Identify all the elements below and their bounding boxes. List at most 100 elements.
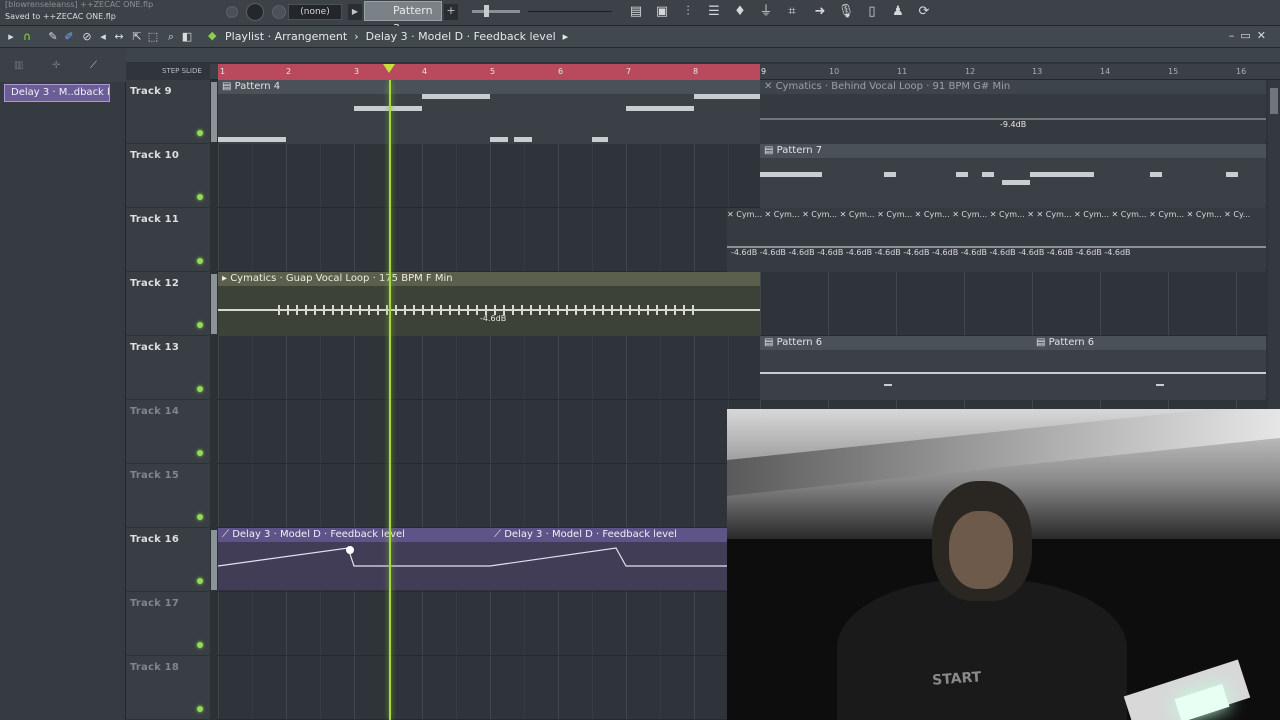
picker-pattern-icon[interactable]: ▥ [14,60,23,71]
track-mute-led[interactable] [197,642,203,648]
clip-label: Pattern 4 [234,81,281,92]
automation-clip[interactable]: ⟋ Delay 3 · Model D · Feedback level [218,528,490,590]
horizontal-scrollbar[interactable] [126,48,1280,106]
playlist-arrow-icon[interactable]: ◆ [208,29,216,42]
track-mute-led[interactable] [197,578,203,584]
power-icon[interactable]: ⟳ [914,2,934,22]
track-mute-led[interactable] [197,322,203,328]
ruler-number: 6 [558,67,564,76]
add-pattern-button[interactable]: + [444,4,458,20]
select-icon[interactable]: ⬚ [146,29,160,45]
ruler-number: 15 [1168,67,1179,76]
channel-rack-icon[interactable]: ▣ [652,2,672,22]
pattern-play-icon[interactable]: ▶ [348,4,362,20]
audio-clip-group[interactable]: ✕ Cym... ✕ Cym... ✕ Cym... ✕ Cym... ✕ Cy… [727,208,1266,272]
track-header[interactable]: Track 10 [126,144,210,208]
ruler-number: 9 [761,67,767,76]
track-header[interactable]: Track 15 [126,464,210,528]
playlist-title: Playlist · Arrangement › Delay 3 · Model… [225,30,569,43]
zoom-icon[interactable]: ⌕ [164,29,178,45]
touch-controller-icon[interactable]: ⏚ [756,2,776,22]
ruler-number: 10 [829,67,840,76]
track-header[interactable]: Track 11 [126,208,210,272]
ruler-number: 2 [286,67,292,76]
track-mute-led[interactable] [197,130,203,136]
ruler-number: 11 [897,67,908,76]
clip-label: Cymatics · Behind Vocal Loop · 91 BPM G#… [775,81,1011,92]
selected-automation-clip[interactable]: Delay 3 · M..dback leve [4,84,110,102]
browser-icon[interactable]: ☰ [704,2,724,22]
tempo-slider[interactable] [472,10,520,13]
pattern-clip[interactable]: ▤ Pattern 6 [760,336,1032,400]
track-group-handle[interactable] [211,82,217,142]
track-header[interactable]: Track 17 [126,592,210,656]
track-group-handle[interactable] [211,530,217,590]
metronome-icon[interactable] [272,5,286,19]
pattern-clip[interactable]: ▤ Pattern 6 [1032,336,1266,400]
track-group-handle[interactable] [211,274,217,334]
snap-selector[interactable]: (none) [288,4,342,20]
track-name: Track 12 [130,278,179,289]
webcam-overlay: START [727,409,1280,720]
track-header[interactable]: Track 9 [126,80,210,144]
track-mute-led[interactable] [197,514,203,520]
pattern-clip[interactable]: ▤ Pattern 7 [760,144,1266,208]
ruler-number: 16 [1236,67,1247,76]
ruler-number: 3 [354,67,360,76]
track-header[interactable]: Track 18 [126,656,210,720]
delete-icon[interactable]: ⊘ [80,29,94,45]
clip-volume-row: -4.6dB -4.6dB -4.6dB -4.6dB -4.6dB -4.6d… [731,248,1131,257]
playhead-line[interactable] [389,80,391,720]
picker-audio-icon[interactable]: ✛ [52,60,60,71]
slip-icon[interactable]: ↔ [112,29,126,45]
vertical-scrollbar[interactable] [1268,80,1280,410]
template-icon[interactable]: ▯ [862,2,882,22]
clip-header: ✕ Cymatics · Behind Vocal Loop · 91 BPM … [760,80,1266,94]
mute-icon[interactable]: ◂ [96,29,110,45]
pattern-selector[interactable]: Pattern 3 [364,1,442,35]
slice-icon[interactable]: ⇱ [130,29,144,45]
master-pitch-knob[interactable] [246,3,264,21]
track-header[interactable]: Track 16 [126,528,210,592]
play-pattern-icon[interactable]: ▸ [4,29,18,45]
track-mute-led[interactable] [197,194,203,200]
master-volume-icon[interactable] [226,6,238,18]
automation-clip[interactable]: ⟋ Delay 3 · Model D · Feedback level [490,528,728,590]
track-header[interactable]: Track 12 [126,272,210,336]
track-name: Track 18 [130,662,179,673]
picker-automation-icon[interactable]: ⟋ [90,60,97,71]
automation-curve[interactable] [490,528,728,590]
pencil-icon[interactable]: ✎ [46,29,60,45]
playlist-toolbar: ▸ ∩ ✎ ✐ ⊘ ◂ ↔ ⇱ ⬚ ⌕ ◧ ◆ Playlist · Arran… [0,26,1280,48]
picker-toolbar: ▥ ✛ ⟋ [0,48,126,82]
stamp-icon[interactable]: ♟ [888,2,908,22]
paint-icon[interactable]: ✐ [62,29,76,45]
audio-clip[interactable]: ▸ Cymatics · Guap Vocal Loop · 175 BPM F… [218,272,760,336]
track-header[interactable]: Track 13 [126,336,210,400]
track-mute-led[interactable] [197,706,203,712]
timeline-ruler[interactable]: STEP SLIDE 1 2 3 4 5 6 7 8 9 10 11 12 13… [162,64,1280,80]
step-seq-icon[interactable]: ⌗ [782,2,802,22]
magnet-icon[interactable]: ∩ [20,29,34,45]
arrow-right-icon[interactable]: ➜ [810,2,830,22]
track-name: Track 15 [130,470,179,481]
track-mute-led[interactable] [197,258,203,264]
track-resize-strip[interactable] [210,80,218,720]
track-mute-led[interactable] [197,450,203,456]
automation-point-handle[interactable] [346,546,354,554]
playhead-marker[interactable] [383,64,395,73]
mic-icon[interactable]: 🎙 [836,2,856,22]
vertical-scrollbar-thumb[interactable] [1270,88,1278,114]
playback-icon[interactable]: ◧ [180,29,194,45]
tempo-slider-handle[interactable] [484,5,489,17]
pattern-clip[interactable]: ▤ Pattern 4 [218,80,760,144]
mixer-icon[interactable]: ⫶ [678,2,698,22]
plugin-picker-icon[interactable]: ♦ [730,2,750,22]
piano-roll-icon[interactable]: ▤ [626,2,646,22]
automation-curve[interactable] [218,528,490,590]
track-header[interactable]: Track 14 [126,400,210,464]
audio-clip[interactable]: ✕ Cymatics · Behind Vocal Loop · 91 BPM … [760,80,1266,144]
track-mute-led[interactable] [197,386,203,392]
window-controls[interactable]: –▭✕ [1229,29,1272,42]
loop-region[interactable] [218,64,760,80]
